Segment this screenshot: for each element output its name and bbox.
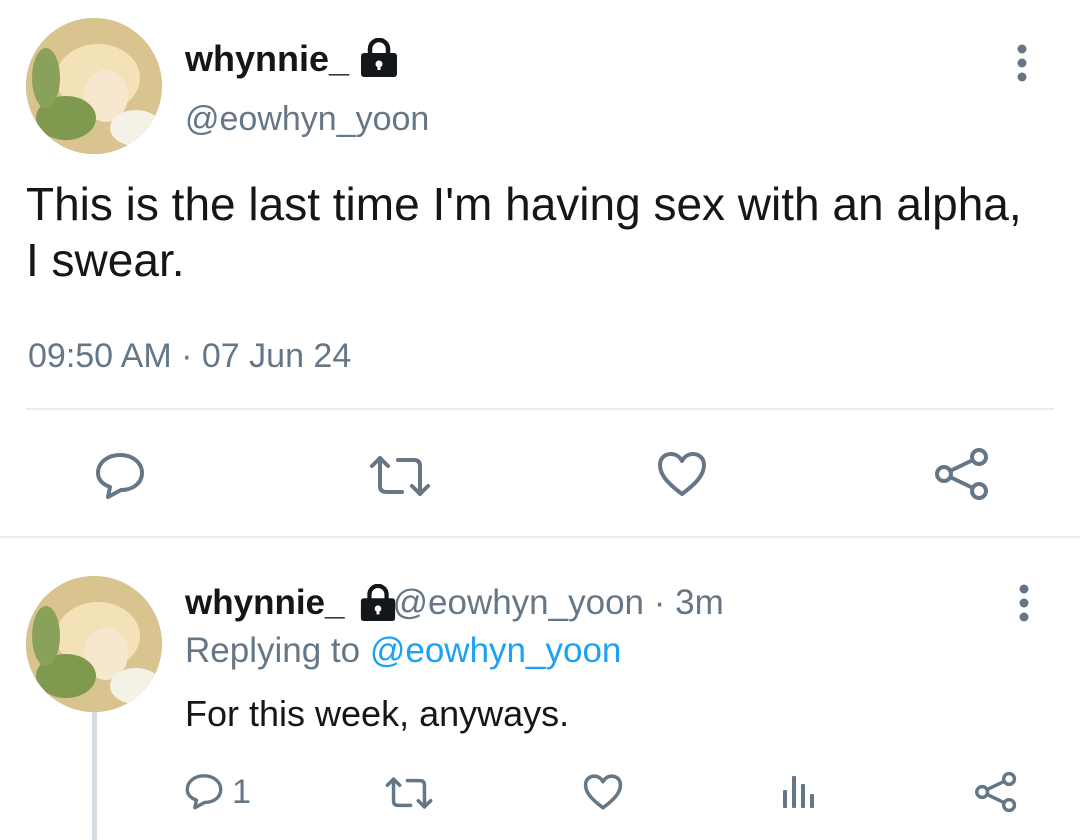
main-handle[interactable]: @eowhyn_yoon (185, 98, 429, 140)
section-divider (0, 536, 1080, 538)
main-avatar[interactable] (26, 18, 162, 154)
main-date: 07 Jun 24 (201, 337, 352, 375)
reply-icon[interactable] (184, 772, 224, 810)
reply-icon[interactable] (94, 450, 146, 500)
main-divider (26, 408, 1054, 410)
reply-avatar[interactable] (26, 576, 162, 712)
main-timestamp: 09:50 AM · 07 Jun 24 (28, 336, 351, 376)
retweet-icon[interactable] (368, 454, 432, 498)
main-tweet-text: This is the last time I'm having sex wit… (26, 178, 1022, 286)
lock-icon (358, 584, 398, 622)
timestamp-separator: · (181, 337, 193, 375)
share-icon[interactable] (934, 448, 990, 500)
heart-icon[interactable] (656, 450, 708, 498)
analytics-icon[interactable] (780, 772, 816, 810)
replying-prefix: Replying to (185, 631, 361, 670)
replying-to-line: Replying to @eowhyn_yoon (185, 630, 621, 672)
reply-handle[interactable]: @eowhyn_yoon (392, 583, 644, 622)
thread-line (92, 712, 97, 840)
heart-icon[interactable] (582, 773, 624, 811)
main-time: 09:50 AM (28, 337, 172, 375)
reply-count: 1 (232, 773, 251, 811)
reply-tweet-text: For this week, anyways. (185, 693, 570, 734)
reply-header: whynnie_ @eowhyn_yoon · 3m (185, 582, 724, 624)
main-display-name[interactable]: whynnie_ (185, 38, 349, 80)
share-icon[interactable] (974, 772, 1018, 812)
more-vertical-icon[interactable] (1012, 44, 1032, 84)
reply-age: 3m (675, 583, 724, 622)
replying-to-link[interactable]: @eowhyn_yoon (370, 631, 622, 670)
retweet-icon[interactable] (384, 776, 434, 810)
lock-icon (358, 38, 400, 78)
reply-display-name[interactable]: whynnie_ (185, 583, 344, 622)
more-vertical-icon[interactable] (1014, 584, 1034, 624)
reply-separator: · (653, 583, 666, 622)
